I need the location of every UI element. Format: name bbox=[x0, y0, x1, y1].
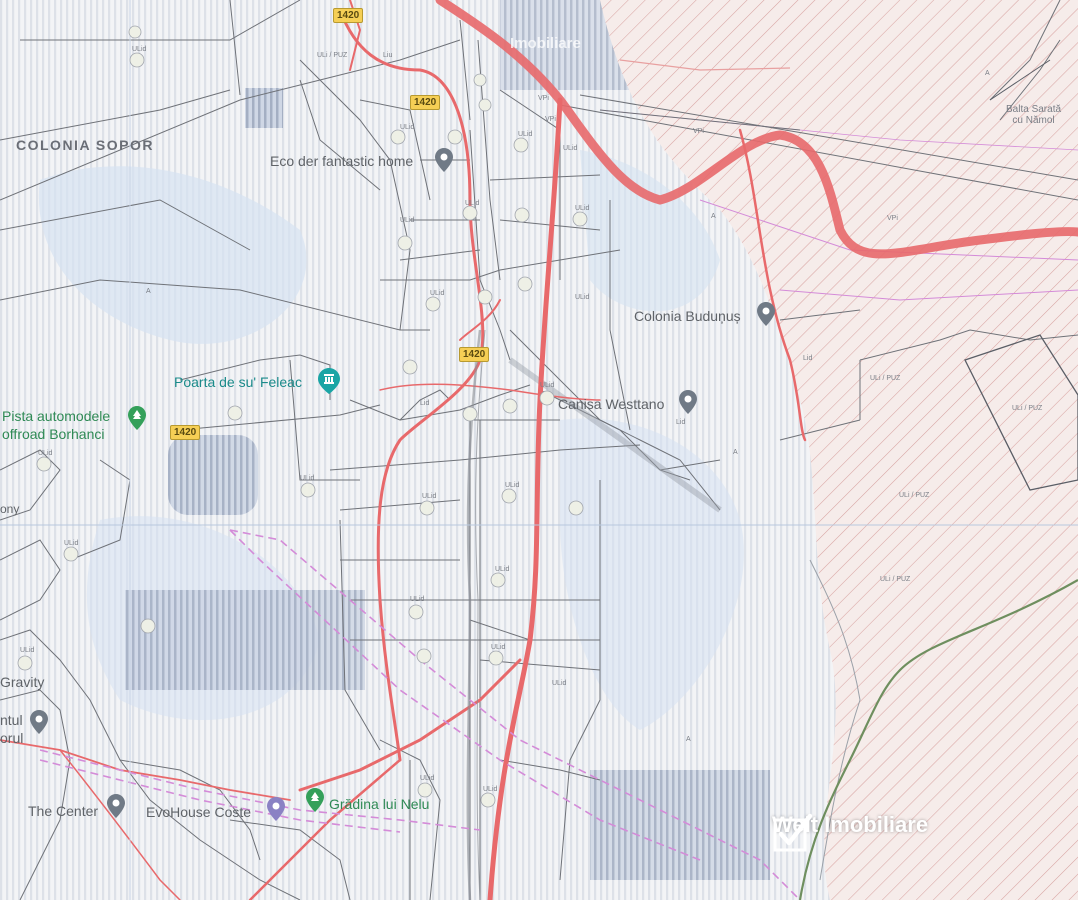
zone-code: ULid bbox=[132, 46, 147, 53]
gray-block bbox=[590, 770, 770, 880]
zone-code: ULid bbox=[575, 294, 590, 301]
poi-label-gravity[interactable]: Gravity bbox=[0, 674, 44, 690]
zone-code: ULid bbox=[420, 775, 435, 782]
zone-code: ULi / PUZ bbox=[899, 492, 930, 499]
zone-code: VPi bbox=[887, 215, 898, 222]
zone-code: ULid bbox=[540, 382, 555, 389]
location-pin-icon[interactable] bbox=[757, 302, 775, 326]
zone-code: A bbox=[985, 70, 990, 77]
map-canvas[interactable]: COLONIA SOPOR Balta Sarată cu Nămol Eco … bbox=[0, 0, 1078, 900]
zone-code: ULi / PUZ bbox=[870, 375, 901, 382]
poi-label-eco-fantastic-home[interactable]: Eco der fantastic home bbox=[270, 153, 413, 169]
balta-sarata-line1: Balta Sarată bbox=[1006, 104, 1062, 115]
zone-code: VPi bbox=[545, 116, 556, 123]
poi-label-the-center[interactable]: The Center bbox=[28, 803, 98, 819]
zone-code: Lid bbox=[420, 400, 430, 407]
zone-code: ULid bbox=[518, 131, 533, 138]
pista-line2: offroad Borhanci bbox=[2, 426, 105, 442]
location-pin-icon[interactable] bbox=[679, 390, 697, 414]
poi-label-canisa-westtano[interactable]: Canisa Westtano bbox=[558, 396, 664, 412]
balta-sarata-label: Balta Sarată cu Nămol bbox=[1006, 104, 1061, 126]
zone-code: ULid bbox=[505, 482, 520, 489]
road-shield: 1420 bbox=[459, 347, 490, 362]
zone-code: A bbox=[146, 288, 151, 295]
zone-code: ULid bbox=[430, 290, 445, 297]
zone-code: ULid bbox=[491, 644, 506, 651]
poi-label-gradina-nelu[interactable]: Grădina lui Nelu bbox=[329, 796, 429, 812]
zone-code: ULid bbox=[410, 596, 425, 603]
poi-label-colonia-budunus[interactable]: Colonia Buduņuș bbox=[634, 308, 741, 324]
zone-code: Liu bbox=[383, 52, 393, 59]
brand-watermark: Welt Imobiliare bbox=[772, 812, 928, 852]
zone-code: ULid bbox=[20, 647, 35, 654]
partial-label-rul: orul bbox=[0, 730, 24, 746]
zone-code: ULid bbox=[400, 217, 415, 224]
zone-code: ULid bbox=[38, 450, 53, 457]
zone-code: A bbox=[733, 449, 738, 456]
area-label-colonia-sopor: COLONIA SOPOR bbox=[16, 137, 154, 153]
zone-code: ULid bbox=[64, 540, 79, 547]
zone-code: A bbox=[711, 213, 716, 220]
zone-code: ULid bbox=[422, 493, 437, 500]
zone-code: Lid bbox=[803, 355, 813, 362]
partial-label-ony: ony bbox=[0, 502, 20, 516]
poi-label-poarta-feleac[interactable]: Poarta de su' Feleac bbox=[174, 374, 302, 390]
zone-code: ULi / PUZ bbox=[880, 576, 911, 583]
zone-code: VPi bbox=[538, 95, 549, 102]
zone-code: ULi / PUZ bbox=[317, 52, 348, 59]
map-base-layer bbox=[0, 0, 1078, 900]
museum-icon[interactable] bbox=[318, 368, 340, 394]
location-pin-icon[interactable] bbox=[30, 710, 48, 734]
road-shield: 1420 bbox=[333, 8, 364, 23]
zone-code: ULi / PUZ bbox=[1012, 405, 1043, 412]
zone-code: ULid bbox=[465, 200, 480, 207]
zone-code: Lid bbox=[676, 419, 686, 426]
zone-code: ULid bbox=[563, 145, 578, 152]
zone-code: VPi bbox=[693, 128, 704, 135]
zone-code: ULid bbox=[300, 475, 315, 482]
zone-code: ULid bbox=[483, 786, 498, 793]
zone-code: ULid bbox=[495, 566, 510, 573]
partial-label-ntul: ntul bbox=[0, 712, 23, 728]
gray-block bbox=[168, 435, 258, 515]
poi-label-pista-automodele[interactable]: Pista automodele offroad Borhanci bbox=[2, 407, 110, 443]
park-icon[interactable] bbox=[128, 406, 146, 430]
zone-code: A bbox=[686, 736, 691, 743]
watermark-faint: Imobiliare bbox=[510, 35, 581, 52]
location-pin-icon[interactable] bbox=[267, 797, 285, 821]
road-shield: 1420 bbox=[410, 95, 441, 110]
zone-code: ULid bbox=[575, 205, 590, 212]
zone-code: ULid bbox=[400, 124, 415, 131]
checkmark-logo-icon bbox=[773, 813, 813, 852]
location-pin-icon[interactable] bbox=[107, 794, 125, 818]
pista-line1: Pista automodele bbox=[2, 408, 111, 424]
balta-sarata-line2: cu Nămol bbox=[1012, 115, 1055, 126]
road-shield: 1420 bbox=[170, 425, 201, 440]
park-icon[interactable] bbox=[306, 788, 324, 812]
zone-code: ULid bbox=[552, 680, 567, 687]
location-pin-icon[interactable] bbox=[435, 148, 453, 172]
gray-block bbox=[125, 590, 365, 690]
poi-label-evohouse[interactable]: EvoHouse Coste bbox=[146, 804, 251, 820]
